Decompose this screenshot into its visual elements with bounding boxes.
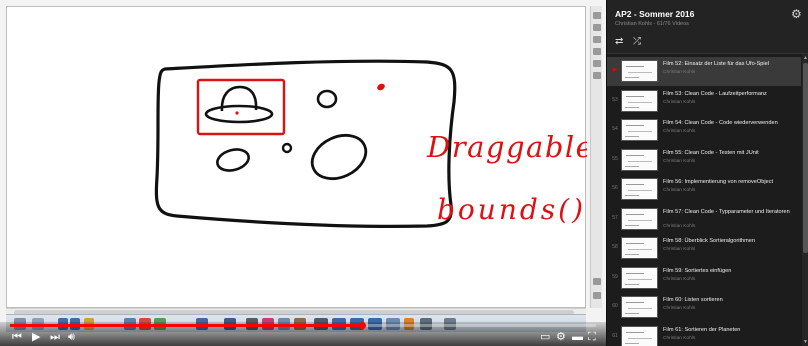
video-thumbnail[interactable]	[621, 325, 658, 346]
video-thumbnail[interactable]	[621, 178, 658, 200]
playlist-scrollbar[interactable]: ▲ ▼	[802, 54, 808, 346]
playlist-item-title[interactable]: Film 61: Sortieren der Planeten	[663, 327, 797, 334]
playlist-item-number: 60	[612, 303, 618, 309]
video-controls-bar: ⏮ ▶ ⏭ 🔊︎ ▭ ⚙ ▬ ⛶	[0, 322, 606, 346]
playlist-subtitle: Christian Kohls - 61/76 Videos	[615, 21, 689, 27]
ufo-body	[204, 104, 274, 124]
playlist-item-title[interactable]: Film 60: Listen sortieren	[663, 297, 797, 304]
scroll-up-icon[interactable]: ▲	[802, 55, 808, 61]
side-tool-icon[interactable]	[593, 48, 601, 55]
playlist-item[interactable]: 54 Film 54: Clean Code - Code wiederverwe…	[607, 116, 801, 145]
playlist-item[interactable]: 53 Film 53: Clean Code - Laufzeitperforma…	[607, 87, 801, 116]
playlist-item[interactable]: 55 Film 55: Clean Code - Testen mit JUnit…	[607, 146, 801, 175]
playlist-item-author: Christian Kohls	[663, 335, 696, 341]
theater-mode-icon[interactable]: ▬	[572, 331, 583, 343]
playlist-item-author: Christian Kohls	[663, 276, 696, 282]
video-thumbnail[interactable]	[621, 237, 658, 259]
playlist-item-number: 57	[612, 214, 618, 221]
playlist-item-title[interactable]: Film 52: Einsatz der Liste für das Ufo-S…	[663, 61, 797, 68]
video-thumbnail[interactable]	[621, 266, 658, 289]
board-outline	[154, 59, 457, 228]
side-tool-icon[interactable]	[593, 60, 601, 67]
gear-icon[interactable]: ⚙	[791, 8, 803, 20]
side-tool-icon[interactable]	[593, 12, 601, 19]
volume-icon[interactable]: 🔊︎	[68, 331, 75, 343]
playlist-item[interactable]: 58 Film 58: Überblick Sortieralgorithmen C…	[607, 234, 801, 263]
handwriting-bounds: bounds()	[437, 193, 586, 226]
playlist-item-author: Christian Kohls	[663, 188, 696, 193]
video-thumbnail[interactable]	[621, 119, 658, 141]
playlist-item-author: Christian Kohls	[663, 129, 696, 134]
playlist-item-author: Christian Kohls	[663, 70, 696, 75]
playlist-item-title[interactable]: Film 55: Clean Code - Testen mit JUnit	[663, 150, 797, 157]
play-icon[interactable]: ▶	[32, 331, 40, 343]
playlist-item-title[interactable]: Film 57: Clean Code - Typparameter und I…	[663, 209, 797, 216]
progress-played	[10, 324, 362, 327]
playlist-header: AP2 - Sommer 2016 Christian Kohls - 61/7…	[607, 0, 808, 54]
playlist-item[interactable]: 61 Film 61: Sortieren der Planeten Christi…	[607, 323, 801, 346]
loop-icon[interactable]: ⇄	[615, 37, 627, 47]
playlist-item-title[interactable]: Film 58: Überblick Sortieralgorithmen	[663, 238, 797, 245]
scroll-down-icon[interactable]: ▼	[802, 339, 808, 345]
playlist-item-author: Christian Kohls	[663, 99, 696, 105]
playlist-title[interactable]: AP2 - Sommer 2016	[615, 9, 694, 19]
circle-left	[216, 148, 250, 172]
playlist-item-author: Christian Kohls	[663, 158, 696, 164]
video-thumbnail[interactable]	[621, 60, 658, 82]
playlist-item-number: 56	[612, 185, 618, 191]
settings-icon[interactable]: ⚙	[556, 331, 566, 343]
playlist-item-title[interactable]: Film 54: Clean Code - Code wiederverwend…	[663, 120, 797, 127]
handwriting-draggable: Draggable	[426, 130, 587, 164]
side-tool-icon[interactable]	[593, 24, 601, 31]
progress-bar[interactable]	[10, 322, 596, 329]
video-thumbnail[interactable]	[621, 207, 658, 230]
side-tool-icon[interactable]	[593, 292, 601, 299]
playlist-item[interactable]: ▶ Film 52: Einsatz der Liste für das Ufo-…	[607, 57, 801, 86]
side-tool-icon[interactable]	[593, 72, 601, 79]
playlist-item-title[interactable]: Film 59: Sortiertes einfügen	[663, 268, 797, 275]
side-tool-icon[interactable]	[593, 278, 601, 285]
playlist-item-author: Christian Kohls	[663, 223, 696, 229]
playlist-item-author: Christian Kohls	[663, 306, 696, 311]
subtitles-icon[interactable]: ▭	[540, 331, 550, 343]
circle-big	[310, 133, 368, 181]
whiteboard-drawing: Draggable bounds()	[154, 59, 587, 228]
playlist-item-number: 61	[612, 332, 618, 339]
fullscreen-icon[interactable]: ⛶	[588, 331, 596, 343]
playlist-item-number: 58	[612, 244, 618, 250]
red-dot	[377, 83, 385, 91]
playlist-item-number: 59	[612, 273, 618, 280]
playlist-item[interactable]: 59 Film 59: Sortiertes einfügen Christian …	[607, 264, 801, 293]
ufo-dot	[235, 111, 239, 115]
playlist-item-number: 55	[612, 155, 618, 162]
circle-tiny	[281, 142, 293, 154]
now-playing-icon: ▶	[612, 67, 618, 73]
video-thumbnail[interactable]	[621, 89, 658, 112]
playlist-item-number: 54	[612, 126, 618, 132]
video-thumbnail[interactable]	[621, 148, 658, 171]
playlist-item-title[interactable]: Film 53: Clean Code - Laufzeitperformanz	[663, 91, 797, 98]
playlist-item-number: 53	[612, 96, 618, 103]
video-thumbnail[interactable]	[621, 296, 658, 318]
playlist-items: ▶ Film 52: Einsatz der Liste für das Ufo-…	[607, 54, 801, 346]
scrollbar-thumb[interactable]	[803, 63, 808, 253]
shuffle-icon[interactable]: ⤮	[633, 37, 645, 47]
playlist-item[interactable]: 56 Film 56: Implementierung von removeObj…	[607, 175, 801, 204]
next-icon[interactable]: ⏭	[50, 331, 60, 343]
playlist-panel: AP2 - Sommer 2016 Christian Kohls - 61/7…	[606, 0, 808, 346]
previous-icon[interactable]: ⏮	[12, 331, 22, 343]
side-tool-icon[interactable]	[593, 36, 601, 43]
playlist-item[interactable]: 60 Film 60: Listen sortieren Christian Koh…	[607, 293, 801, 322]
whiteboard-canvas[interactable]: Draggable bounds()	[6, 6, 587, 308]
playlist-item[interactable]: 57 Film 57: Clean Code - Typparameter und…	[607, 205, 801, 234]
circle-small-top	[316, 89, 338, 109]
playlist-item-author: Christian Kohls	[663, 247, 696, 252]
video-player[interactable]: Draggable bounds() ⏮ ▶ ⏭ 🔊︎ ▭ ⚙ ▬ ⛶	[0, 0, 606, 346]
whiteboard-side-toolbar	[590, 6, 602, 308]
playlist-item-title[interactable]: Film 56: Implementierung von removeObjec…	[663, 179, 797, 186]
progress-scrubber[interactable]	[358, 322, 366, 329]
